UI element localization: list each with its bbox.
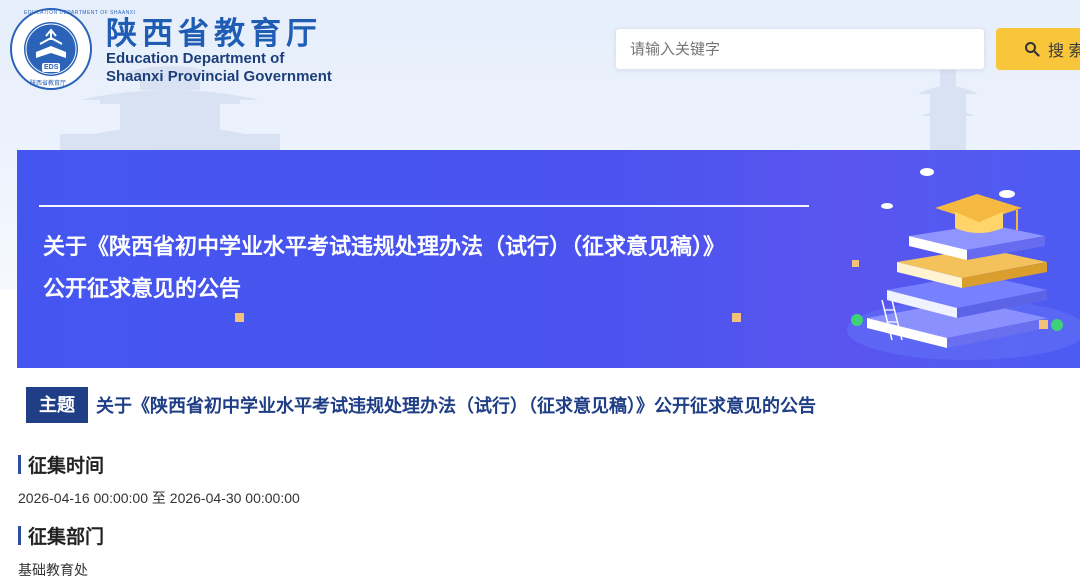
site-title-en: Education Department of Shaanxi Provinci… (106, 50, 332, 86)
announcement-banner[interactable]: 关于《陕西省初中学业水平考试违规处理办法（试行）（征求意见稿）》 公开征求意见的… (17, 150, 1080, 368)
collection-time-value: 2026-04-16 00:00:00 至 2026-04-30 00:00:0… (18, 490, 300, 506)
site-title-en-line1: Education Department of (106, 50, 285, 67)
collection-department-value: 基础教育处 (18, 562, 88, 578)
search-icon (1025, 42, 1040, 57)
banner-title: 关于《陕西省初中学业水平考试违规处理办法（试行）（征求意见稿）》 公开征求意见的… (43, 226, 823, 310)
section-label: 征集时间 (28, 456, 105, 477)
logo-badge-text: EDS (44, 64, 59, 71)
site-title-cn[interactable]: 陕西省教育厅 (106, 8, 322, 53)
section-heading-department: 征集部门 (18, 522, 104, 549)
section-marker (18, 455, 21, 474)
banner-divider (39, 205, 809, 207)
banner-title-line2: 公开征求意见的公告 (43, 276, 242, 301)
search-button[interactable]: 搜 索 (996, 28, 1080, 70)
banner-title-line1: 关于《陕西省初中学业水平考试违规处理办法（试行）（征求意见稿）》 (43, 234, 726, 259)
subject-title: 关于《陕西省初中学业水平考试违规处理办法（试行）（征求意见稿）》公开征求意见的公… (96, 396, 816, 416)
subject-badge: 主题 (26, 387, 88, 423)
section-marker (18, 526, 21, 545)
section-label: 征集部门 (28, 527, 105, 548)
crate-decoration (732, 313, 741, 322)
section-heading-time: 征集时间 (18, 451, 104, 478)
books-graduation-cap-illustration (847, 168, 1080, 360)
search-input[interactable] (615, 28, 985, 70)
subject-row: 主题 关于《陕西省初中学业水平考试违规处理办法（试行）（征求意见稿）》公开征求意… (26, 387, 816, 423)
logo-ring-text-bottom: 陕西省教育厅 (30, 81, 67, 87)
site-title-en-line2: Shaanxi Provincial Government (106, 68, 332, 85)
crate-decoration (235, 313, 244, 322)
search-button-label: 搜 索 (1048, 43, 1080, 60)
